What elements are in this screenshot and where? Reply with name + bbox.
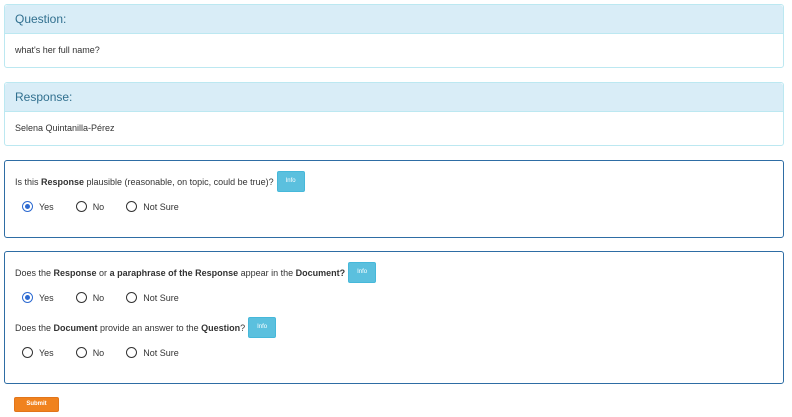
q2-option-no-label: No (92, 292, 105, 303)
q2-radio-group: Yes No Not Sure (22, 292, 201, 303)
q3-radio-no[interactable] (75, 347, 87, 358)
q3-radio-not-sure[interactable] (126, 347, 138, 358)
q2-option-not-sure[interactable]: Not Sure (126, 292, 179, 303)
q1-option-not-sure-label: Not Sure (143, 201, 179, 212)
q2-option-yes-label: Yes (39, 292, 54, 303)
question-text: what's her full name? (15, 45, 100, 55)
q2-radio-no[interactable] (75, 292, 87, 303)
question-heading: Question: (5, 5, 783, 34)
q3-prefix: Does the (15, 322, 54, 333)
q2-bold-paraphrase: a paraphrase of the Response (109, 267, 239, 278)
q1-radio-group: Yes No Not Sure (22, 201, 201, 212)
response-panel: Response: Selena Quintanilla-Pérez (4, 82, 784, 146)
q3-option-not-sure[interactable]: Not Sure (126, 347, 179, 358)
q2-prefix: Does the (15, 267, 54, 278)
q3-option-yes[interactable]: Yes (22, 347, 54, 358)
q3-option-no-label: No (92, 347, 105, 358)
plausibility-question-box: Is this Response plausible (reasonable, … (4, 160, 784, 238)
q3-radio-yes[interactable] (22, 347, 33, 358)
q2-option-no[interactable]: No (75, 292, 105, 303)
q1-option-no-label: No (92, 201, 105, 212)
q1-radio-no[interactable] (75, 201, 87, 212)
q1-prefix: Is this (15, 176, 42, 187)
answer-question: Does the Document provide an answer to t… (15, 317, 277, 338)
plausibility-question: Is this Response plausible (reasonable, … (15, 171, 305, 192)
response-heading: Response: (5, 83, 783, 112)
q2-option-not-sure-label: Not Sure (143, 292, 179, 303)
q3-radio-group: Yes No Not Sure (22, 347, 201, 358)
q2-bold-response: Response (53, 267, 97, 278)
submit-button[interactable]: Submit (14, 397, 59, 412)
q2-radio-yes[interactable] (22, 292, 33, 303)
question-panel: Question: what's her full name? (4, 4, 784, 68)
q1-bold-response: Response (41, 176, 85, 187)
response-text: Selena Quintanilla-Pérez (15, 123, 115, 133)
q2-info-button[interactable]: Info (348, 262, 377, 283)
q3-option-no[interactable]: No (75, 347, 105, 358)
q3-info-button[interactable]: Info (248, 317, 277, 338)
q1-suffix: plausible (reasonable, on topic, could b… (84, 176, 274, 187)
q3-mid: provide an answer to the (97, 322, 202, 333)
q3-option-not-sure-label: Not Sure (143, 347, 179, 358)
q2-option-yes[interactable]: Yes (22, 292, 54, 303)
q3-bold-question: Question (201, 322, 241, 333)
paraphrase-question: Does the Response or a paraphrase of the… (15, 262, 377, 283)
q3-option-yes-label: Yes (39, 347, 54, 358)
q3-bold-document: Document (53, 322, 98, 333)
q1-option-no[interactable]: No (75, 201, 105, 212)
q1-radio-yes[interactable] (22, 201, 33, 212)
q1-radio-not-sure[interactable] (126, 201, 138, 212)
q1-option-yes[interactable]: Yes (22, 201, 54, 212)
q3-suffix: ? (240, 322, 246, 333)
q2-mid: or (96, 267, 110, 278)
q2-bold-document: Document? (295, 267, 346, 278)
document-questions-box: Does the Response or a paraphrase of the… (4, 251, 784, 384)
q1-option-not-sure[interactable]: Not Sure (126, 201, 179, 212)
q1-option-yes-label: Yes (39, 201, 54, 212)
q2-mid2: appear in the (238, 267, 296, 278)
q1-info-button[interactable]: Info (276, 171, 305, 192)
q2-radio-not-sure[interactable] (126, 292, 138, 303)
